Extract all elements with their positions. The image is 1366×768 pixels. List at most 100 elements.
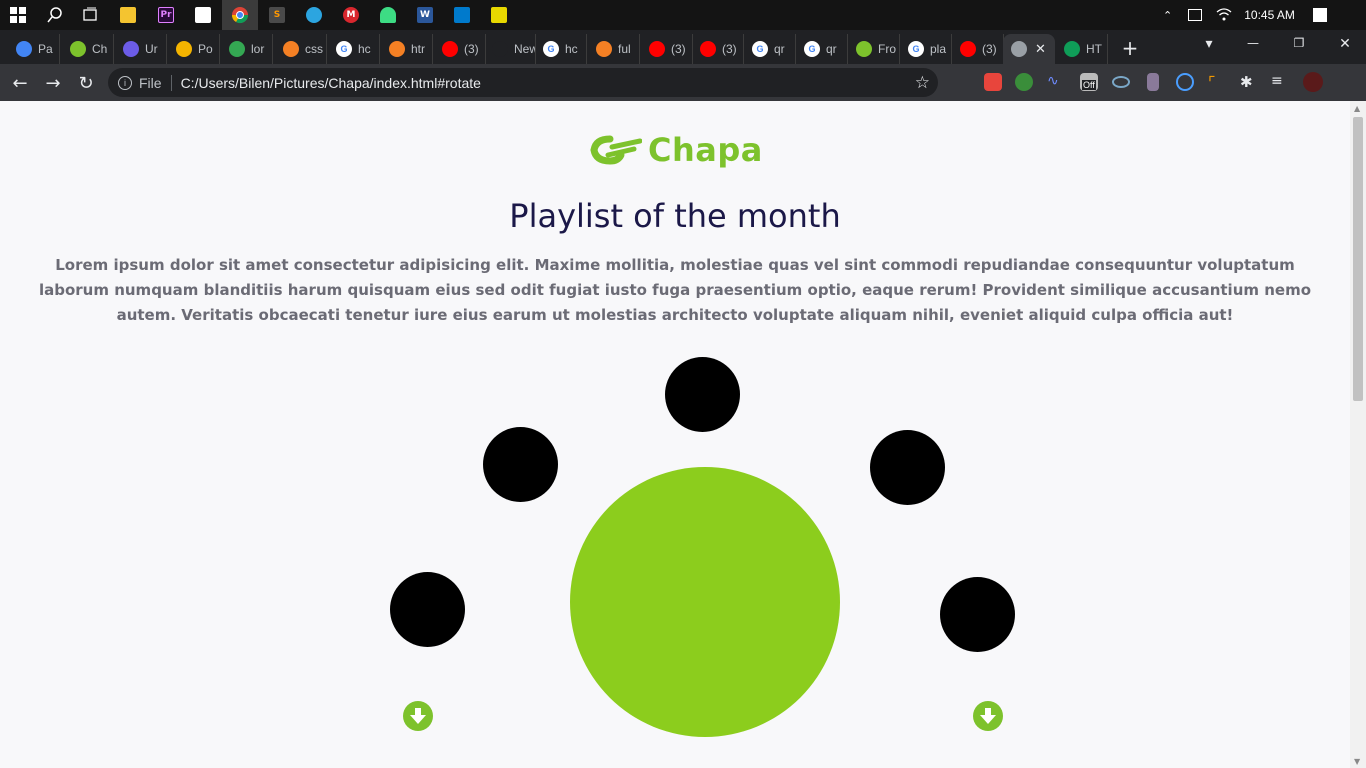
browser-tab[interactable]: htr	[381, 34, 433, 64]
browser-tab[interactable]: lor	[221, 34, 273, 64]
pipette-extension-icon[interactable]: ⌜	[1208, 73, 1226, 92]
task-view-icon[interactable]	[80, 5, 100, 25]
tab-favicon-icon: G	[908, 41, 924, 57]
tab-title: ful	[618, 42, 631, 56]
info-icon[interactable]: i	[118, 75, 132, 90]
download-arrow-right-icon[interactable]	[973, 701, 1003, 731]
tab-favicon-icon	[16, 41, 32, 57]
file-explorer-icon[interactable]	[118, 5, 138, 25]
back-icon[interactable]: ←	[8, 71, 32, 95]
lens-extension-icon[interactable]	[1176, 73, 1194, 91]
scroll-down-arrow-icon[interactable]: ▼	[1354, 757, 1360, 766]
close-window-icon[interactable]: ✕	[1335, 36, 1355, 52]
telegram-icon[interactable]	[304, 5, 324, 25]
new-tab-icon[interactable]: +	[1120, 36, 1140, 60]
playlist-disc-left[interactable]	[390, 572, 465, 647]
system-tray: ⌃ 10:45 AM	[1163, 0, 1327, 30]
chrome-icon[interactable]	[222, 0, 258, 30]
browser-tab[interactable]: Ghc	[328, 34, 380, 64]
tab-favicon-icon	[960, 41, 976, 57]
address-bar[interactable]: i File C:/Users/Bilen/Pictures/Chapa/ind…	[108, 68, 938, 97]
notifications-icon[interactable]	[1312, 8, 1327, 22]
tab-strip: PaChUrPolorcssGhchtr(3)New TaGhcful(3)(3…	[0, 30, 1366, 64]
browser-tab[interactable]: HT	[1056, 34, 1108, 64]
paint-icon[interactable]	[193, 5, 213, 25]
display-icon[interactable]	[1188, 9, 1203, 21]
off-extension-icon[interactable]: Off	[1080, 73, 1098, 91]
wifi-icon[interactable]	[1216, 7, 1232, 24]
tab-favicon-icon: G	[752, 41, 768, 57]
browser-tab[interactable]: (3)	[434, 34, 486, 64]
url-text[interactable]: C:/Users/Bilen/Pictures/Chapa/index.html…	[181, 75, 481, 91]
playlist-disc-top[interactable]	[665, 357, 740, 432]
media-player-icon[interactable]	[489, 5, 509, 25]
browser-tab[interactable]: css	[275, 34, 327, 64]
restore-icon[interactable]: ❐	[1289, 36, 1309, 50]
browser-tab[interactable]: Gpla	[900, 34, 952, 64]
page-title: Playlist of the month	[509, 197, 841, 235]
tab-favicon-icon	[442, 41, 458, 57]
puzzle-extensions-icon[interactable]: ✱	[1240, 73, 1258, 91]
tab-title: css	[305, 42, 323, 56]
search-icon[interactable]	[45, 5, 65, 25]
browser-tab[interactable]: Gqr	[796, 34, 848, 64]
browser-tab[interactable]: (3)	[952, 34, 1004, 64]
word-icon[interactable]: W	[415, 5, 435, 25]
vscode-icon[interactable]	[452, 5, 472, 25]
tab-favicon-icon: G	[543, 41, 559, 57]
browser-tab[interactable]: New Ta	[484, 34, 536, 64]
scroll-up-arrow-icon[interactable]: ▲	[1354, 104, 1360, 113]
minimize-icon[interactable]: —	[1243, 36, 1263, 50]
browser-tab[interactable]: Fro	[848, 34, 900, 64]
browser-tab[interactable]: Po	[168, 34, 220, 64]
browser-tab[interactable]: Ur	[115, 34, 167, 64]
tab-favicon-icon	[389, 41, 405, 57]
download-arrow-left-icon[interactable]	[403, 701, 433, 731]
clock[interactable]: 10:45 AM	[1244, 8, 1295, 22]
sublime-icon[interactable]: S	[267, 5, 287, 25]
tab-search-icon[interactable]: ▾	[1199, 36, 1219, 52]
playlist-disc-upper-right[interactable]	[870, 430, 945, 505]
media-controls-icon[interactable]: ≡	[1271, 73, 1289, 91]
center-disc[interactable]	[570, 467, 840, 737]
tab-favicon-icon: G	[804, 41, 820, 57]
tab-favicon-icon	[596, 41, 612, 57]
browser-tab[interactable]: Gqr	[744, 34, 796, 64]
tab-favicon-icon	[123, 41, 139, 57]
browser-tab[interactable]: (3)	[641, 34, 693, 64]
tab-title: (3)	[722, 42, 737, 56]
eye-extension-icon[interactable]	[1112, 76, 1130, 88]
tab-favicon-icon	[856, 41, 872, 57]
wave-extension-icon[interactable]: ∿	[1047, 73, 1065, 91]
browser-tab[interactable]: ful	[588, 34, 640, 64]
browser-tab[interactable]: Pa	[8, 34, 60, 64]
bug-extension-icon[interactable]	[1147, 73, 1159, 91]
tab-title: (3)	[671, 42, 686, 56]
vertical-scrollbar[interactable]: ▲ ▼	[1350, 101, 1366, 768]
bookmark-star-icon[interactable]: ☆	[915, 73, 930, 93]
browser-tab[interactable]: Ch	[62, 34, 114, 64]
ublock-icon[interactable]	[984, 73, 1002, 91]
profile-avatar[interactable]	[1303, 72, 1323, 92]
reload-icon[interactable]: ↻	[74, 71, 98, 95]
premiere-icon[interactable]: Pr	[156, 5, 176, 25]
playlist-disc-right[interactable]	[940, 577, 1015, 652]
browser-toolbar: ← → ↻ i File C:/Users/Bilen/Pictures/Cha…	[0, 64, 1366, 101]
tab-title: htr	[411, 42, 426, 56]
tab-close-icon[interactable]: ✕	[1035, 41, 1046, 57]
chevron-up-icon[interactable]: ⌃	[1163, 9, 1172, 22]
extension-globe-icon[interactable]	[1015, 73, 1033, 91]
forward-icon[interactable]: →	[41, 71, 65, 95]
browser-tab[interactable]: ✕	[1003, 34, 1055, 64]
chapa-logo-icon	[590, 135, 642, 165]
browser-tab[interactable]: Ghc	[535, 34, 587, 64]
tab-title: Ur	[145, 42, 158, 56]
tab-favicon-icon: G	[336, 41, 352, 57]
mega-icon[interactable]: M	[341, 5, 361, 25]
tab-title: (3)	[464, 42, 479, 56]
scroll-thumb[interactable]	[1353, 117, 1363, 401]
browser-tab[interactable]: (3)	[692, 34, 744, 64]
windows-start-icon[interactable]	[8, 5, 28, 25]
android-icon[interactable]	[378, 5, 398, 25]
playlist-disc-upper-left[interactable]	[483, 427, 558, 502]
